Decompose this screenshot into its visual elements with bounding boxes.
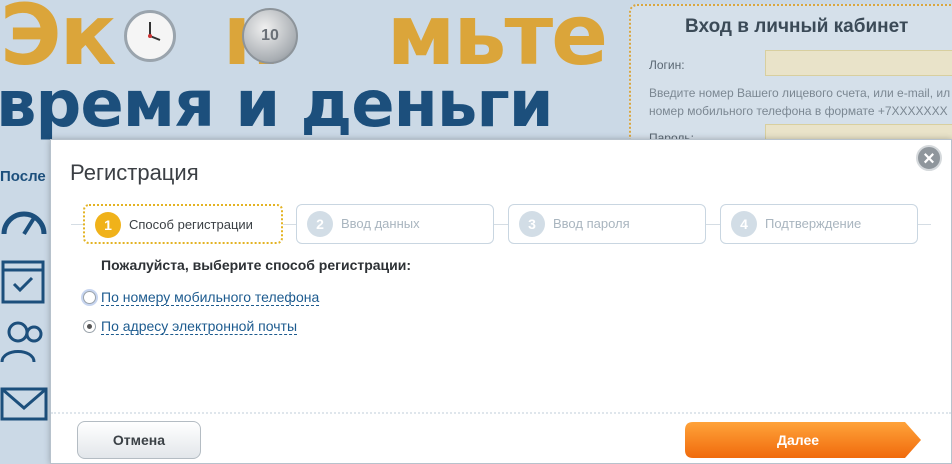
step-number: 1	[95, 212, 121, 238]
login-hint-line: Введите номер Вашего лицевого счета, или…	[649, 86, 951, 100]
option-label[interactable]: По номеру мобильного телефона	[101, 289, 320, 306]
login-panel: Вход в личный кабинет Логин: Введите ном…	[629, 4, 952, 154]
step-label: Подтверждение	[765, 216, 862, 231]
speedometer-icon	[0, 200, 48, 244]
calendar-icon	[0, 256, 48, 304]
registration-prompt: Пожалуйста, выберите способ регистрации:	[101, 257, 412, 273]
login-hint: Введите номер Вашего лицевого счета, или…	[649, 84, 952, 120]
step-number: 4	[731, 211, 757, 237]
step-confirmation[interactable]: 4 Подтверждение	[720, 204, 918, 244]
coin-icon: 10	[242, 8, 298, 64]
users-icon	[0, 318, 48, 363]
login-input[interactable]	[765, 50, 952, 76]
login-hint-line: номер мобильного телефона в формате +7XX…	[649, 104, 948, 118]
login-title: Вход в личный кабинет	[685, 16, 909, 37]
login-label: Логин:	[649, 58, 685, 72]
option-label[interactable]: По адресу электронной почты	[101, 318, 297, 335]
step-registration-method[interactable]: 1 Способ регистрации	[83, 204, 283, 244]
step-label: Ввод данных	[341, 216, 420, 231]
step-number: 3	[519, 211, 545, 237]
step-label: Ввод пароля	[553, 216, 630, 231]
coin-value: 10	[261, 27, 279, 44]
step-password-entry[interactable]: 3 Ввод пароля	[508, 204, 706, 244]
clock-icon	[124, 10, 176, 62]
step-number: 2	[307, 211, 333, 237]
dialog-title: Регистрация	[70, 160, 199, 185]
side-text: После	[0, 168, 46, 185]
step-data-entry[interactable]: 2 Ввод данных	[296, 204, 494, 244]
cancel-button[interactable]: Отмена	[77, 421, 201, 459]
next-button[interactable]: Далее	[685, 422, 923, 458]
footer-divider	[51, 412, 951, 414]
mail-icon	[0, 386, 48, 430]
promo-headline-line2: время и деньги	[0, 68, 554, 142]
next-label: Далее	[776, 432, 820, 448]
radio-mobile-phone[interactable]	[83, 291, 96, 304]
close-button[interactable]: ×	[916, 145, 942, 171]
radio-email[interactable]	[83, 320, 96, 333]
step-label: Способ регистрации	[129, 217, 253, 232]
registration-dialog: Регистрация × 1 Способ регистрации 2 Вво…	[50, 139, 952, 464]
